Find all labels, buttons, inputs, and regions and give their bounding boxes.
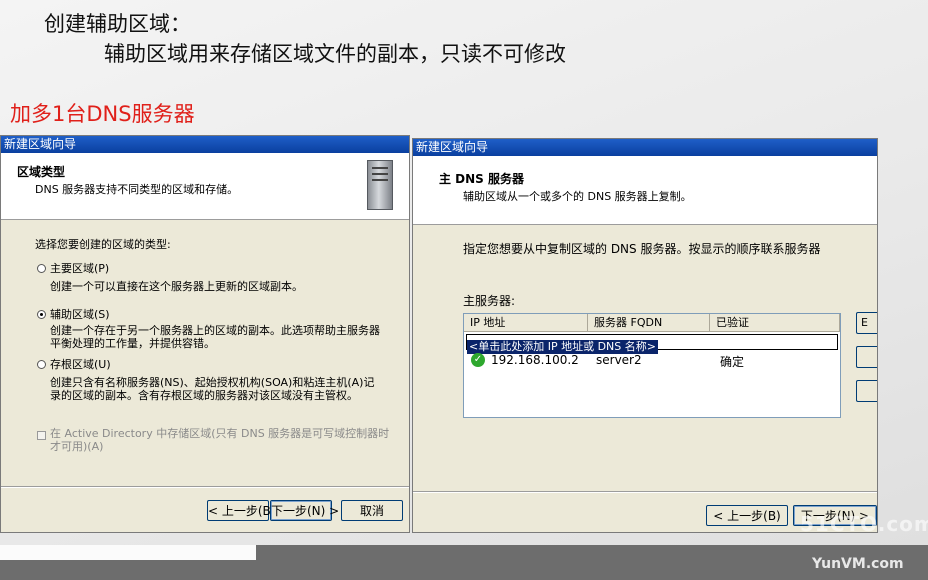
header-description: DNS 服务器支持不同类型的区域和存储。: [35, 183, 239, 196]
up-button[interactable]: [856, 346, 877, 368]
column-verified[interactable]: 已验证: [710, 314, 840, 331]
master-servers-list[interactable]: IP 地址 服务器 FQDN 已验证 <单击此处添加 IP 地址或 DNS 名称…: [463, 313, 841, 418]
secondary-zone-desc: 创建一个存在于另一个服务器上的区域的副本。此选项帮助主服务器平衡处理的工作量，并…: [50, 324, 380, 350]
zone-type-prompt: 选择您要创建的区域的类型:: [35, 238, 171, 251]
dialog-titlebar[interactable]: 新建区域向导: [413, 139, 877, 156]
add-server-text: <单击此处添加 IP 地址或 DNS 名称>: [467, 340, 658, 354]
secondary-zone-label[interactable]: 辅助区域(S): [50, 306, 110, 322]
list-header: IP 地址 服务器 FQDN 已验证: [464, 314, 840, 332]
primary-zone-radio[interactable]: [37, 264, 46, 273]
stub-zone-desc: 创建只含有名称服务器(NS)、起始授权机构(SOA)和粘连主机(A)记录的区域的…: [50, 376, 375, 402]
slide-subheading: 辅助区域用来存储区域文件的副本，只读不可修改: [104, 42, 566, 66]
add-server-row[interactable]: <单击此处添加 IP 地址或 DNS 名称>: [466, 334, 838, 354]
primary-zone-desc: 创建一个可以直接在这个服务器上更新的区域副本。: [50, 280, 303, 293]
server-fqdn: server2: [596, 353, 642, 367]
master-dns-dialog: 新建区域向导 主 DNS 服务器 辅助区域从一个或多个的 DNS 服务器上复制。…: [412, 138, 878, 533]
store-in-ad-label: 在 Active Directory 中存储区域(只有 DNS 服务器是可写域控…: [50, 427, 390, 453]
check-icon: ✓: [471, 353, 485, 367]
master-servers-label: 主服务器:: [463, 294, 516, 308]
header-title: 主 DNS 服务器: [439, 172, 525, 186]
footer-divider: [413, 491, 877, 493]
header-title: 区域类型: [17, 165, 66, 179]
stub-zone-label[interactable]: 存根区域(U): [50, 356, 111, 372]
watermark-51cto: 51CTO.com: [800, 512, 928, 536]
secondary-zone-radio[interactable]: [37, 310, 46, 319]
dialog-header: 区域类型 DNS 服务器支持不同类型的区域和存储。: [1, 153, 409, 220]
bottom-strip: [0, 545, 256, 560]
watermark-yunvm: YunVM.com: [812, 556, 904, 572]
server-ip[interactable]: 192.168.100.2: [491, 353, 579, 367]
server-verified: 确定: [720, 355, 745, 369]
next-button[interactable]: 下一步(N) >: [270, 500, 339, 521]
server-icon: [367, 160, 393, 210]
column-fqdn[interactable]: 服务器 FQDN: [588, 314, 710, 331]
primary-zone-label[interactable]: 主要区域(P): [50, 260, 109, 276]
cancel-button[interactable]: 取消: [341, 500, 403, 521]
instruction-text: 指定您想要从中复制区域的 DNS 服务器。按显示的顺序联系服务器: [463, 242, 821, 256]
back-button[interactable]: < 上一步(B): [706, 505, 788, 526]
zone-type-dialog: 新建区域向导 区域类型 DNS 服务器支持不同类型的区域和存储。 选择您要创建的…: [0, 135, 410, 533]
stub-zone-radio[interactable]: [37, 360, 46, 369]
down-button[interactable]: [856, 380, 877, 402]
slide-note: 加多1台DNS服务器: [10, 102, 195, 126]
back-button[interactable]: < 上一步(B): [207, 500, 275, 521]
store-in-ad-checkbox[interactable]: [37, 431, 46, 440]
column-ip[interactable]: IP 地址: [464, 314, 588, 331]
slide-heading: 创建辅助区域：: [44, 12, 191, 36]
footer-divider: [1, 486, 409, 488]
dialog-titlebar[interactable]: 新建区域向导: [1, 136, 409, 153]
edit-button[interactable]: E: [856, 312, 877, 334]
dialog-header: 主 DNS 服务器 辅助区域从一个或多个的 DNS 服务器上复制。: [413, 156, 877, 225]
header-description: 辅助区域从一个或多个的 DNS 服务器上复制。: [463, 190, 692, 203]
